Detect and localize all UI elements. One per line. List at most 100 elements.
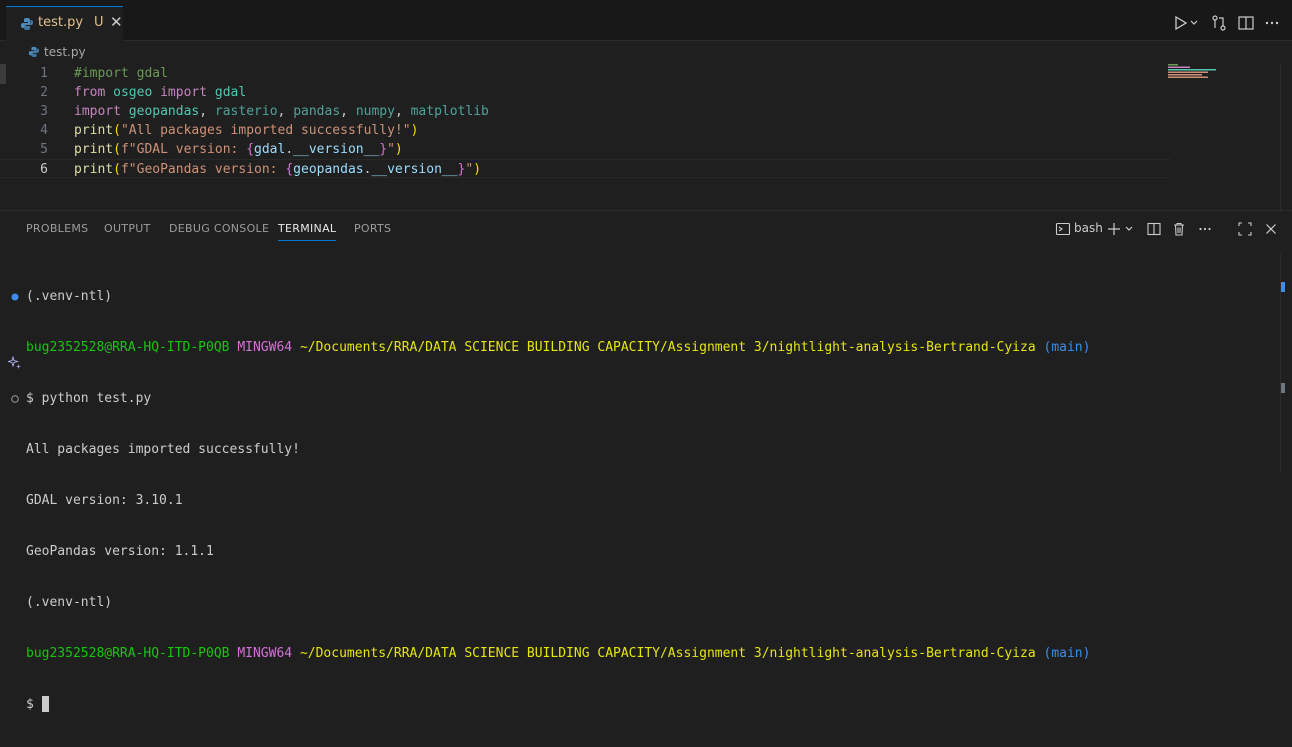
- function-name: print: [74, 142, 114, 157]
- terminal-line: (.venv-ntl): [26, 288, 1090, 305]
- compare-changes-icon[interactable]: [1210, 14, 1228, 32]
- terminal-line: All packages imported successfully!: [26, 441, 1090, 458]
- variable: gdal: [254, 142, 286, 157]
- string-literal: f"GDAL version:: [120, 142, 247, 157]
- separator: ,: [394, 104, 411, 119]
- tab-untracked-badge: U: [94, 15, 104, 30]
- tab-problems[interactable]: PROBLEMS: [26, 222, 88, 235]
- keyword: from: [74, 85, 106, 100]
- trash-icon[interactable]: [1171, 221, 1187, 237]
- tab-ports[interactable]: PORTS: [354, 222, 391, 235]
- function-name: print: [74, 162, 114, 177]
- sparkle-icon: [8, 356, 21, 369]
- chevron-down-icon[interactable]: [1189, 14, 1199, 32]
- terminal-line: GeoPandas version: 1.1.1: [26, 543, 1090, 560]
- string-literal: "All packages imported successfully!": [120, 123, 411, 138]
- module-name: numpy: [355, 104, 395, 119]
- tab-test-py[interactable]: test.py U ✕: [6, 6, 123, 41]
- python-file-icon: [28, 46, 40, 58]
- bracket: ): [410, 123, 419, 138]
- minimap[interactable]: [1168, 64, 1222, 78]
- line-number: 5: [40, 142, 48, 157]
- prompt-path: ~/Documents/RRA/DATA SCIENCE BUILDING CA…: [299, 646, 1036, 661]
- code-line-active[interactable]: 6 print(f"GeoPandas version: {geopandas.…: [0, 159, 1170, 178]
- line-number: 6: [40, 162, 48, 177]
- terminal-output-text: GDAL version: 3.10.1: [26, 493, 183, 508]
- code-line[interactable]: 5 print(f"GDAL version: {gdal.__version_…: [0, 140, 1170, 159]
- close-panel-icon[interactable]: [1263, 221, 1279, 237]
- tab-terminal[interactable]: TERMINAL: [278, 222, 337, 241]
- line-number: 2: [40, 85, 48, 100]
- separator: ,: [277, 104, 294, 119]
- line-number: 4: [40, 123, 48, 138]
- module-name: osgeo: [113, 85, 153, 100]
- bracket: {: [246, 142, 255, 157]
- line-number: 1: [40, 66, 48, 81]
- string-literal: ": [387, 142, 395, 157]
- terminal-output-text: GeoPandas version: 1.1.1: [26, 544, 214, 559]
- code-line[interactable]: 3 import geopandas, rasterio, pandas, nu…: [0, 102, 1170, 121]
- editor-scrollbar[interactable]: [1280, 64, 1292, 210]
- maximize-panel-icon[interactable]: [1237, 221, 1253, 237]
- terminal-line: GDAL version: 3.10.1: [26, 492, 1090, 509]
- run-icon[interactable]: [1172, 14, 1190, 32]
- module-name: matplotlib: [410, 104, 489, 119]
- more-actions-icon[interactable]: [1197, 221, 1213, 237]
- bracket: (: [113, 142, 121, 157]
- breadcrumb-file: test.py: [44, 45, 86, 59]
- terminal-prompt: $: [26, 697, 42, 712]
- tab-debug-console[interactable]: DEBUG CONSOLE: [169, 222, 269, 235]
- terminal-line: bug2352528@RRA-HQ-ITD-P0QB MINGW64 ~/Doc…: [26, 645, 1090, 662]
- terminal-line: bug2352528@RRA-HQ-ITD-P0QB MINGW64 ~/Doc…: [26, 339, 1090, 356]
- bracket: {: [285, 162, 294, 177]
- terminal-command: $ python test.py: [26, 391, 152, 406]
- tab-close-icon[interactable]: ✕: [110, 13, 123, 31]
- venv-label: (.venv-ntl): [26, 289, 113, 304]
- code-comment: #import gdal: [74, 66, 168, 81]
- prompt-branch: (main): [1043, 340, 1091, 355]
- module-name: gdal: [214, 85, 247, 100]
- code-line[interactable]: 2 from osgeo import gdal: [0, 83, 1170, 102]
- bottom-panel: PROBLEMS OUTPUT DEBUG CONSOLE TERMINAL P…: [0, 210, 1292, 712]
- scrollbar-marker: [1281, 383, 1285, 393]
- terminal-output[interactable]: (.venv-ntl) bug2352528@RRA-HQ-ITD-P0QB M…: [26, 254, 1090, 747]
- function-name: print: [74, 123, 114, 138]
- tab-output[interactable]: OUTPUT: [104, 222, 151, 235]
- command-pending-icon: [11, 395, 19, 403]
- bracket: ): [473, 162, 482, 177]
- terminal-shell-label[interactable]: bash: [1074, 221, 1103, 235]
- terminal-icon[interactable]: [1055, 221, 1071, 237]
- prompt-branch: (main): [1043, 646, 1091, 661]
- prompt-shell: MINGW64: [237, 340, 293, 355]
- prompt-path: ~/Documents/RRA/DATA SCIENCE BUILDING CA…: [299, 340, 1036, 355]
- split-terminal-icon[interactable]: [1146, 221, 1162, 237]
- code-line[interactable]: 4 print("All packages imported successfu…: [0, 121, 1170, 140]
- variable: __version__: [293, 142, 380, 157]
- terminal-output-text: All packages imported successfully!: [26, 442, 300, 457]
- tab-filename: test.py: [38, 15, 84, 30]
- command-success-icon: [11, 293, 19, 301]
- module-name: rasterio: [214, 104, 278, 119]
- terminal-cursor[interactable]: [41, 696, 49, 712]
- separator: ,: [199, 104, 215, 119]
- split-editor-icon[interactable]: [1237, 14, 1255, 32]
- module-name: geopandas: [128, 104, 200, 119]
- python-file-icon: [21, 18, 33, 30]
- keyword: import: [74, 104, 121, 119]
- bracket: (: [113, 123, 121, 138]
- variable: geopandas: [293, 162, 364, 177]
- prompt-user: bug2352528@RRA-HQ-ITD-P0QB: [26, 646, 230, 661]
- code-line[interactable]: 1 #import gdal: [0, 64, 1170, 83]
- bracket: (: [113, 162, 121, 177]
- editor-tab-bar: test.py U ✕: [0, 0, 1292, 41]
- more-actions-icon[interactable]: [1263, 14, 1281, 32]
- keyword: import: [160, 85, 208, 100]
- prompt-shell: MINGW64: [237, 646, 293, 661]
- venv-label: (.venv-ntl): [26, 595, 113, 610]
- code-editor[interactable]: 1 #import gdal 2 from osgeo import gdal …: [0, 62, 1292, 210]
- chevron-down-icon[interactable]: [1124, 221, 1134, 237]
- new-terminal-icon[interactable]: [1106, 221, 1122, 237]
- prompt-user: bug2352528@RRA-HQ-ITD-P0QB: [26, 340, 230, 355]
- string-literal: f"GeoPandas version:: [120, 162, 286, 177]
- separator: ,: [340, 104, 356, 119]
